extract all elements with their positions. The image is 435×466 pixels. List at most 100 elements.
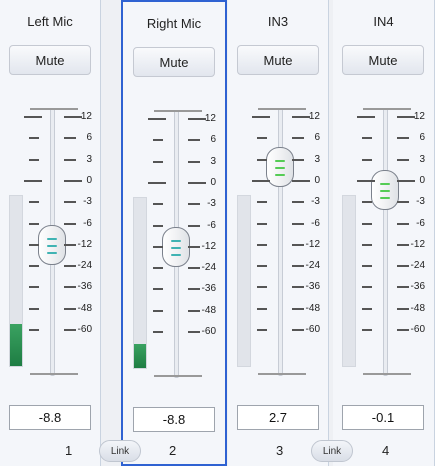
scale-cap (30, 373, 78, 375)
gain-value-field[interactable]: -0.1 (342, 405, 424, 430)
scale-label: -6 (311, 217, 320, 229)
scale-label: -60 (410, 324, 425, 335)
scale-tick (153, 309, 163, 312)
scale-label: -3 (416, 196, 425, 208)
scale-label: -12 (305, 238, 320, 250)
scale-tick (362, 222, 372, 225)
scale-tick (257, 137, 267, 140)
mute-button[interactable]: Mute (133, 47, 215, 77)
scale-cap (258, 108, 306, 110)
scale-tick (257, 307, 267, 310)
scale-tick (153, 224, 163, 227)
scale-tick (148, 181, 166, 184)
scale-label: 0 (210, 176, 216, 188)
channel-number: 2 (169, 443, 177, 458)
scale-tick (362, 201, 372, 204)
scale-tick (362, 307, 372, 310)
fader-knob[interactable] (266, 147, 294, 187)
scale-label: -3 (311, 196, 320, 208)
mute-button[interactable]: Mute (237, 45, 319, 75)
scale-label: -12 (410, 238, 425, 250)
scale-label: -24 (77, 260, 92, 272)
scale-tick (257, 222, 267, 225)
scale-label: -6 (83, 217, 92, 229)
scale-label: 12 (308, 111, 320, 122)
scale-tick (257, 286, 267, 289)
mute-button[interactable]: Mute (342, 45, 424, 75)
mute-button[interactable]: Mute (9, 45, 91, 75)
scale-label: -6 (207, 219, 216, 231)
scale-tick (257, 201, 267, 204)
scale-tick (153, 245, 163, 248)
scale-label: -6 (416, 217, 425, 229)
scale-label: 12 (80, 111, 92, 122)
gain-value-field[interactable]: -8.8 (9, 405, 91, 430)
scale-cap (154, 375, 202, 377)
scale-tick (29, 265, 39, 268)
scale-label: -60 (305, 324, 320, 335)
scale-label: -24 (410, 260, 425, 272)
scale-tick (362, 265, 372, 268)
scale-label: -36 (410, 281, 425, 293)
scale-label: 3 (86, 153, 92, 165)
scale-tick (362, 329, 372, 331)
scale-label: 6 (419, 132, 425, 144)
scale-tick (252, 179, 270, 182)
scale-tick (29, 222, 39, 225)
link-button[interactable]: Link (99, 440, 141, 462)
scale-tick (153, 267, 163, 270)
scale-label: -48 (305, 302, 320, 314)
channel-strip-2[interactable]: Right Mic Mute -8.8 12 6 3 0 -3 -6 -12 -24 -36 -4… (121, 0, 227, 466)
scale-tick (29, 158, 39, 161)
scale-tick (148, 118, 166, 120)
channel-name: Right Mic (146, 16, 202, 31)
scale-cap (30, 108, 78, 110)
scale-tick (29, 243, 39, 246)
fader-track[interactable] (383, 108, 388, 376)
fader-knob[interactable] (371, 170, 399, 210)
scale-tick (257, 158, 267, 161)
scale-tick (257, 243, 267, 246)
scale-tick (257, 265, 267, 268)
scale-label: -48 (410, 302, 425, 314)
scale-cap (154, 110, 202, 112)
scale-tick (153, 203, 163, 206)
scale-label: 3 (419, 153, 425, 165)
scale-label: -60 (77, 324, 92, 335)
gain-value-field[interactable]: 2.7 (237, 405, 319, 430)
scale-cap (363, 108, 411, 110)
scale-tick (257, 329, 267, 331)
fader-knob[interactable] (162, 227, 190, 267)
scale-label: 6 (314, 132, 320, 144)
scale-label: 3 (314, 153, 320, 165)
scale-tick (29, 201, 39, 204)
scale-label: -36 (77, 281, 92, 293)
channel-strip-3[interactable]: IN3 Mute 2.7 12 6 3 0 -3 -6 -12 -24 -36 -48 -60 (228, 0, 329, 466)
scale-tick (362, 286, 372, 289)
level-meter (237, 195, 251, 367)
mixer-panel: { "scale": ["12","6","3","0","-3","-6","… (0, 0, 435, 466)
scale-label: 3 (210, 155, 216, 167)
scale-label: -48 (77, 302, 92, 314)
scale-label: 0 (419, 174, 425, 186)
meter-fill (10, 323, 22, 366)
scale-tick (153, 160, 163, 163)
scale-tick (24, 179, 42, 182)
scale-label: -24 (201, 262, 216, 274)
gain-value-field[interactable]: -8.8 (133, 407, 215, 432)
scale-tick (357, 179, 375, 182)
scale-tick (153, 331, 163, 333)
link-button[interactable]: Link (311, 440, 353, 462)
channel-number: 4 (382, 443, 390, 458)
scale-cap (258, 373, 306, 375)
scale-tick (153, 288, 163, 291)
channel-strip-4[interactable]: IN4 Mute -0.1 12 6 3 0 -3 -6 -12 -24 -36 -48 -60 (333, 0, 435, 466)
scale-label: -36 (305, 281, 320, 293)
scale-label: 6 (86, 132, 92, 144)
scale-label: -24 (305, 260, 320, 272)
scale-label: 6 (210, 134, 216, 146)
fader-knob[interactable] (38, 225, 66, 265)
channel-strip-1[interactable]: Left Mic Mute -8.8 12 6 3 0 -3 -6 -12 -24 -36 -48… (0, 0, 101, 466)
scale-label: -12 (77, 238, 92, 250)
scale-tick (24, 116, 42, 118)
